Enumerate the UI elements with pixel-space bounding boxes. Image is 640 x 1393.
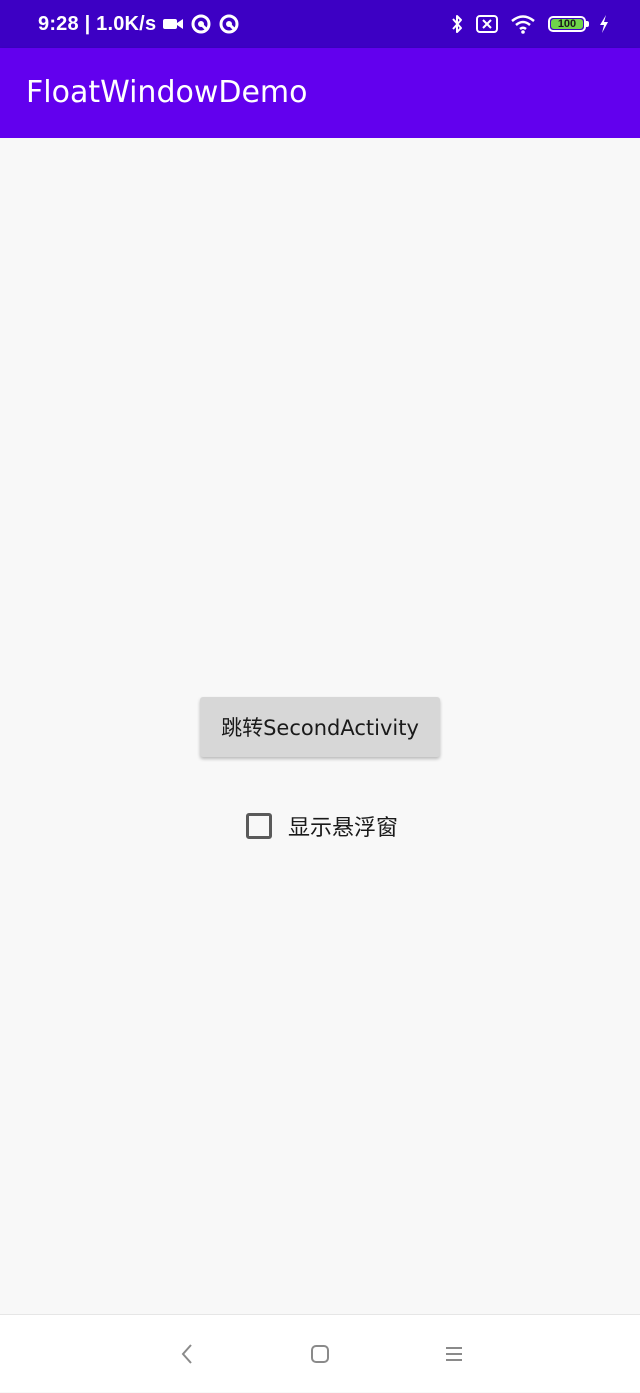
home-button[interactable] — [290, 1315, 350, 1393]
navigation-bar — [0, 1314, 640, 1392]
battery-cap — [586, 21, 589, 27]
data-saver-icon — [218, 13, 240, 35]
battery-level: 100 — [557, 17, 577, 30]
data-saver-icon — [190, 13, 212, 35]
recents-icon — [446, 1347, 462, 1361]
recents-button[interactable] — [424, 1315, 484, 1393]
float-window-checkbox[interactable]: 显示悬浮窗 — [246, 806, 398, 846]
checkbox-label: 显示悬浮窗 — [288, 816, 399, 841]
wifi-icon — [510, 14, 536, 34]
status-left: 9:28 | 1.0K/s — [38, 0, 240, 48]
no-sim-icon — [476, 15, 498, 33]
app-bar: FloatWindowDemo — [0, 48, 640, 138]
status-time-speed: 9:28 | 1.0K/s — [38, 12, 157, 35]
charging-bolt-icon — [598, 14, 610, 34]
app-title: FloatWindowDemo — [26, 75, 308, 110]
back-button[interactable] — [158, 1315, 218, 1393]
video-camera-icon — [162, 16, 184, 32]
home-icon — [311, 1345, 329, 1363]
jump-second-activity-button[interactable]: 跳转SecondActivity — [200, 697, 440, 757]
battery-icon: 100 — [548, 16, 589, 32]
bluetooth-icon — [450, 13, 464, 35]
checkbox-box[interactable] — [246, 813, 272, 839]
status-bar: 9:28 | 1.0K/s 100 — [0, 0, 640, 48]
status-right: 100 — [450, 0, 610, 48]
back-icon — [181, 1344, 192, 1364]
